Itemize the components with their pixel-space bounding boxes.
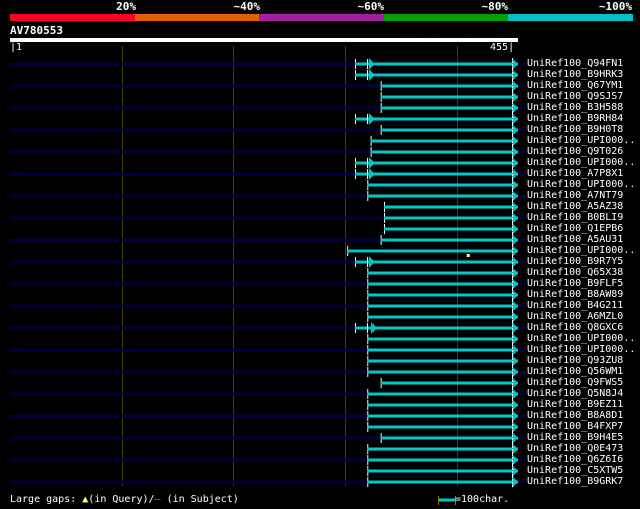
hit-label[interactable]: UniRef100_B9FLF5: [527, 278, 623, 289]
scale-bar: [438, 496, 456, 505]
hit-label[interactable]: UniRef100_Q1EPB6: [527, 223, 623, 234]
hit-label[interactable]: UniRef100_B9H0T8: [527, 124, 623, 135]
hit-label[interactable]: UniRef100_A6MZL0: [527, 311, 623, 322]
hit-label[interactable]: UniRef100_UPI000..: [527, 344, 635, 355]
query-gap-marker: [466, 254, 470, 257]
hit-label[interactable]: UniRef100_B4G211: [527, 300, 623, 311]
hit-label[interactable]: UniRef100_UPI000..: [527, 157, 635, 168]
gap-legend: Large gaps: ▲(in Query)/– (in Subject): [10, 494, 239, 505]
hit-label[interactable]: UniRef100_A7P8X1: [527, 168, 623, 179]
hit-label[interactable]: UniRef100_Q9FWS5: [527, 377, 623, 388]
hit-label[interactable]: UniRef100_B9HRK3: [527, 69, 623, 80]
hit-label[interactable]: UniRef100_B9GRK7: [527, 476, 623, 487]
hit-label[interactable]: UniRef100_Q9SJS7: [527, 91, 623, 102]
subject-gap-text: (in Subject): [160, 494, 239, 505]
hit-label[interactable]: UniRef100_B9EZ11: [527, 399, 623, 410]
hit-label[interactable]: UniRef100_B4FXP7: [527, 421, 623, 432]
hit-label[interactable]: UniRef100_B8AW89: [527, 289, 623, 300]
scale-label: =100char.: [455, 494, 510, 505]
hit-label[interactable]: UniRef100_A5AU31: [527, 234, 623, 245]
hit-label[interactable]: UniRef100_B9RH84: [527, 113, 623, 124]
hit-label[interactable]: UniRef100_Q65X38: [527, 267, 623, 278]
hit-label[interactable]: UniRef100_Q94FN1: [527, 58, 623, 69]
hit-label[interactable]: UniRef100_B8A8D1: [527, 410, 623, 421]
gap-legend-label: Large gaps:: [10, 494, 77, 505]
hit-label[interactable]: UniRef100_Q8GXC6: [527, 322, 623, 333]
hit-label[interactable]: UniRef100_B0BLI9: [527, 212, 623, 223]
hit-label[interactable]: UniRef100_Q93ZU8: [527, 355, 623, 366]
hit-label[interactable]: UniRef100_B9R7Y5: [527, 256, 623, 267]
hit-label[interactable]: UniRef100_A5AZ38: [527, 201, 623, 212]
hit-label[interactable]: UniRef100_Q5N8J4: [527, 388, 623, 399]
hit-label[interactable]: UniRef100_UPI000..: [527, 135, 635, 146]
hit-label[interactable]: UniRef100_Q6Z6I6: [527, 454, 623, 465]
hit-label[interactable]: UniRef100_B9H4E5: [527, 432, 623, 443]
hit-label[interactable]: UniRef100_UPI000..: [527, 333, 635, 344]
hit-label[interactable]: UniRef100_Q56WM1: [527, 366, 623, 377]
hit-label[interactable]: UniRef100_UPI000..: [527, 179, 635, 190]
hit-label[interactable]: UniRef100_C5XTW5: [527, 465, 623, 476]
hit-label[interactable]: UniRef100_A7NT79: [527, 190, 623, 201]
hit-label[interactable]: UniRef100_B3H588: [527, 102, 623, 113]
hit-label[interactable]: UniRef100_UPI000..: [527, 245, 635, 256]
hit-label[interactable]: UniRef100_Q67YM1: [527, 80, 623, 91]
hit-label[interactable]: UniRef100_Q0E473: [527, 443, 623, 454]
query-gap-text: (in Query)/: [88, 494, 155, 505]
hit-label[interactable]: UniRef100_Q9T026: [527, 146, 623, 157]
